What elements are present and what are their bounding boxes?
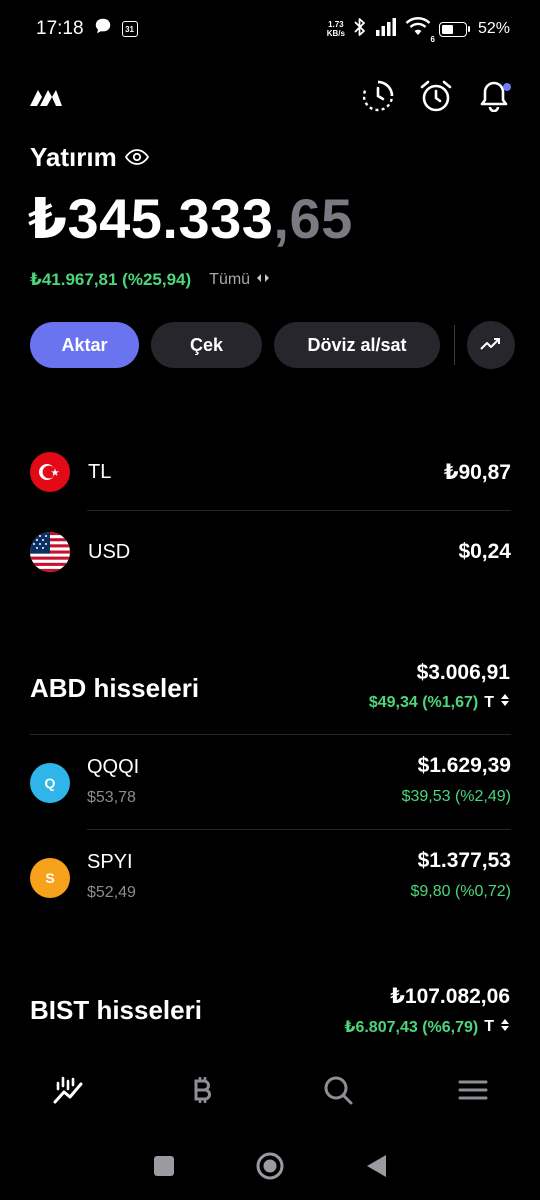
- bist-stocks-total: ₺107.082,06 ₺6.807,43 (%6,79) T: [344, 984, 510, 1037]
- stock-value: $1.629,39: [417, 754, 511, 777]
- stock-avatar: Q: [30, 763, 70, 803]
- chat-bubble-icon: [94, 17, 112, 41]
- trend-up-icon: [480, 336, 502, 355]
- portfolio-title: Yatırım: [30, 142, 149, 173]
- system-nav: [0, 1140, 540, 1196]
- stock-change: $9,80 (%0,72): [410, 883, 511, 900]
- nav-menu[interactable]: [443, 1062, 503, 1122]
- us-stocks-title: ABD hisseleri: [30, 673, 200, 703]
- us-stocks-change[interactable]: $49,34 (%1,67) T: [369, 693, 510, 712]
- bottom-nav: [0, 1062, 540, 1122]
- fx-button[interactable]: Döviz al/sat: [274, 322, 440, 368]
- calendar-icon: 31: [121, 21, 138, 37]
- currency-value: $0,24: [458, 540, 511, 563]
- nav-search[interactable]: [308, 1062, 368, 1122]
- stock-price: $53,78: [87, 789, 136, 806]
- nav-crypto[interactable]: [173, 1062, 233, 1122]
- total-gain: ₺41.967,81 (%25,94): [30, 270, 192, 289]
- total-balance: ₺345.333,65: [28, 186, 353, 252]
- portfolio-title-text: Yatırım: [30, 142, 117, 172]
- recents-button[interactable]: [153, 1155, 175, 1182]
- menu-icon: [458, 1079, 488, 1106]
- sort-arrows-icon: [500, 693, 510, 712]
- us-stocks-total-amount: $3.006,91: [416, 661, 510, 684]
- status-right: 1.73 KB/s 6 52%: [327, 16, 510, 44]
- bluetooth-icon: [353, 17, 367, 42]
- currency-row-tl[interactable]: TL ₺90,87: [30, 452, 511, 492]
- divider: [87, 510, 511, 511]
- wifi-icon: 6: [405, 16, 435, 44]
- action-buttons: Aktar Çek Döviz al/sat: [30, 321, 515, 369]
- app-header: [0, 78, 540, 120]
- currency-value: ₺90,87: [443, 460, 511, 484]
- net-speed: 1.73 KB/s: [327, 20, 345, 38]
- battery-fill: [441, 24, 454, 34]
- stock-change: $39,53 (%2,49): [401, 788, 511, 805]
- recents-icon: [153, 1155, 175, 1181]
- bist-stocks-change[interactable]: ₺6.807,43 (%6,79) T: [344, 1017, 510, 1037]
- currency-toggle-label: T: [484, 1018, 494, 1035]
- performance-chart-button[interactable]: [467, 321, 515, 369]
- stock-row-spyi[interactable]: S SPYI $52,49 $1.377,53 $9,80 (%0,72): [30, 843, 511, 913]
- net-speed-unit: KB/s: [326, 29, 345, 38]
- notification-dot: [503, 83, 511, 91]
- back-icon: [365, 1154, 387, 1182]
- gain-row: ₺41.967,81 (%25,94) Tümü: [30, 270, 270, 290]
- us-stocks-change-value: $49,34 (%1,67): [368, 693, 479, 711]
- swap-arrows-icon: [256, 271, 270, 289]
- history-button[interactable]: [360, 80, 396, 116]
- turkey-flag-icon: [30, 452, 70, 492]
- back-button[interactable]: [365, 1154, 387, 1183]
- alarm-button[interactable]: [418, 80, 454, 116]
- currency-code: TL: [88, 460, 112, 483]
- bist-stocks-total-amount: ₺107.082,06: [390, 985, 510, 1008]
- transfer-button[interactable]: Aktar: [30, 322, 139, 368]
- action-separator: [454, 325, 455, 365]
- period-selector[interactable]: Tümü: [209, 271, 270, 289]
- status-time: 17:18: [36, 18, 84, 39]
- us-stocks-total: $3.006,91 $49,34 (%1,67) T: [369, 661, 510, 712]
- stock-value: $1.377,53: [417, 849, 511, 872]
- status-left: 17:18 31: [36, 17, 138, 41]
- history-icon: [361, 79, 395, 118]
- stock-price: $52,49: [87, 884, 136, 901]
- stock-symbol: QQQI: [87, 756, 140, 778]
- wifi-label: 6: [430, 34, 435, 44]
- bist-stocks-title: BIST hisseleri: [30, 995, 202, 1025]
- period-label: Tümü: [209, 271, 251, 288]
- balance-decimal: ,65: [273, 187, 353, 250]
- app-logo-icon[interactable]: [28, 84, 64, 113]
- net-speed-value: 1.73: [328, 20, 344, 29]
- divider: [30, 734, 511, 735]
- stock-symbol: SPYI: [87, 851, 133, 873]
- stock-row-qqqi[interactable]: Q QQQI $53,78 $1.629,39 $39,53 (%2,49): [30, 748, 511, 818]
- withdraw-button[interactable]: Çek: [151, 322, 262, 368]
- home-icon: [255, 1152, 285, 1185]
- sort-arrows-icon: [500, 1018, 510, 1037]
- notifications-button[interactable]: [476, 80, 512, 116]
- divider: [87, 829, 511, 830]
- battery-icon: [438, 21, 470, 37]
- bitcoin-icon: [191, 1075, 215, 1110]
- alarm-icon: [419, 79, 453, 118]
- eye-icon[interactable]: [124, 142, 149, 173]
- nav-portfolio[interactable]: [38, 1062, 98, 1122]
- battery-percent: 52%: [477, 20, 510, 37]
- portfolio-chart-icon: [52, 1075, 84, 1110]
- home-button[interactable]: [255, 1151, 285, 1186]
- currency-row-usd[interactable]: USD $0,24: [30, 532, 511, 572]
- currency-code: USD: [88, 540, 131, 563]
- search-icon: [322, 1074, 354, 1111]
- balance-main: ₺345.333: [28, 187, 274, 250]
- stock-avatar: S: [30, 858, 70, 898]
- usa-flag-icon: [30, 532, 70, 572]
- status-bar: 17:18 31 1.73 KB/s 6 52%: [0, 0, 540, 58]
- currency-toggle-label: T: [484, 693, 494, 711]
- bist-stocks-change-value: ₺6.807,43 (%6,79): [344, 1019, 479, 1036]
- signal-icon: [375, 17, 397, 41]
